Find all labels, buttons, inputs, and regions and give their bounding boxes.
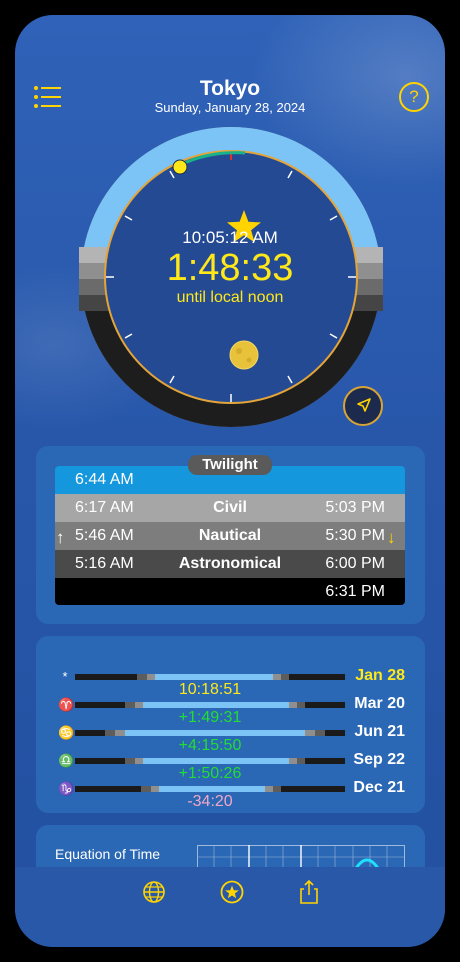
locate-button[interactable] [343, 386, 383, 426]
season-date: Dec 21 [353, 779, 405, 796]
moon-icon [229, 340, 259, 370]
season-row: ♑ Dec 21 -34:20 [55, 779, 405, 810]
day-length-bar [75, 730, 345, 736]
day-length-bar-segment [115, 730, 125, 736]
season-glyph: ♈ [58, 697, 75, 712]
arrow-down-icon: ↓ [387, 528, 396, 547]
day-length-bar-segment [155, 674, 273, 680]
day-length-bar-segment [135, 702, 143, 708]
day-length-bar-segment [137, 674, 147, 680]
day-length-bar-segment [305, 730, 315, 736]
equation-of-time-label: Equation of Time [55, 846, 161, 862]
day-length-bar-segment [105, 730, 115, 736]
civil-evening-time: 5:03 PM [325, 499, 385, 516]
day-length-bar-segment [125, 702, 135, 708]
twilight-table: 6:44 AM 6:17 AM Civil 5:03 PM 5:46 AM Na… [55, 466, 405, 605]
twilight-row-nautical: 5:46 AM Nautical 5:30 PM [55, 522, 405, 550]
day-length-bar [75, 786, 345, 792]
day-length-bar-segment [265, 786, 273, 792]
arrow-up-icon: ↑ [56, 528, 65, 547]
day-length-bar-segment [143, 758, 289, 764]
astronomical-evening-time: 6:00 PM [325, 555, 385, 572]
city-title: Tokyo [199, 77, 261, 100]
share-icon[interactable] [295, 878, 323, 906]
app-screen: Tokyo Sunday, January 28, 2024 ? 10:05:1… [15, 15, 445, 947]
day-length-bar-segment [147, 674, 155, 680]
twilight-title: Twilight [188, 455, 272, 475]
day-length-bar-segment [281, 674, 289, 680]
question-icon[interactable]: ? [399, 82, 429, 112]
day-length-bar-segment [125, 730, 305, 736]
day-length-bar-segment [289, 702, 297, 708]
day-length-bar-segment [273, 674, 281, 680]
day-length-bar-segment [297, 702, 305, 708]
season-row: * Jan 28 10:18:51 [55, 667, 405, 698]
day-length-bar-segment [297, 758, 305, 764]
star-circle-icon[interactable] [218, 878, 246, 906]
day-length-bar [75, 758, 345, 764]
day-length-bar [75, 702, 345, 708]
season-date: Jun 21 [354, 723, 405, 740]
twilight-row-astronomical: 5:16 AM Astronomical 6:00 PM [55, 550, 405, 578]
moon-crater [236, 348, 242, 354]
help-glyph: ? [409, 87, 419, 106]
day-length-bar-segment [141, 786, 151, 792]
day-length-bar-segment [135, 758, 143, 764]
twilight-row-civil: 6:17 AM Civil 5:03 PM [55, 494, 405, 522]
season-glyph: ♑ [58, 781, 75, 796]
location-arrow-icon [357, 398, 371, 412]
date-label: Sunday, January 28, 2024 [154, 100, 306, 115]
day-length-bar [75, 674, 345, 680]
twilight-row-night: 6:31 PM [55, 578, 405, 605]
season-row: ♎ Sep 22 +1:50:26 [55, 751, 405, 782]
nautical-evening-time: 5:30 PM [325, 527, 385, 544]
season-glyph: ♎ [58, 753, 75, 768]
noon-countdown: 1:48:33 [166, 247, 294, 289]
day-length-bar-segment [273, 786, 281, 792]
season-date: Jan 28 [355, 667, 405, 684]
day-length-bar-segment [151, 786, 159, 792]
season-row: ♋ Jun 21 +4:15:50 [55, 723, 405, 754]
season-glyph: ♋ [58, 725, 75, 740]
season-row: ♈ Mar 20 +1:49:31 [55, 695, 405, 726]
day-length-value: -34:20 [187, 793, 233, 810]
countdown-label: until local noon [176, 289, 284, 306]
day-length-bar-segment [143, 702, 289, 708]
current-time: 10:05:12 AM [182, 228, 278, 247]
device-frame: Tokyo Sunday, January 28, 2024 ? 10:05:1… [0, 0, 460, 962]
season-glyph: * [62, 669, 68, 684]
day-length-bar-segment [289, 758, 297, 764]
day-length-bar-segment [125, 758, 135, 764]
night-time: 6:31 PM [325, 583, 385, 600]
sunrise-time: 6:44 AM [75, 471, 134, 488]
sun-position-dot [172, 159, 188, 175]
day-length-bar-segment [159, 786, 265, 792]
season-date: Sep 22 [353, 751, 405, 768]
globe-icon[interactable] [140, 878, 168, 906]
moon-crater [246, 357, 252, 363]
day-length-bar-segment [315, 730, 325, 736]
season-date: Mar 20 [354, 695, 405, 712]
